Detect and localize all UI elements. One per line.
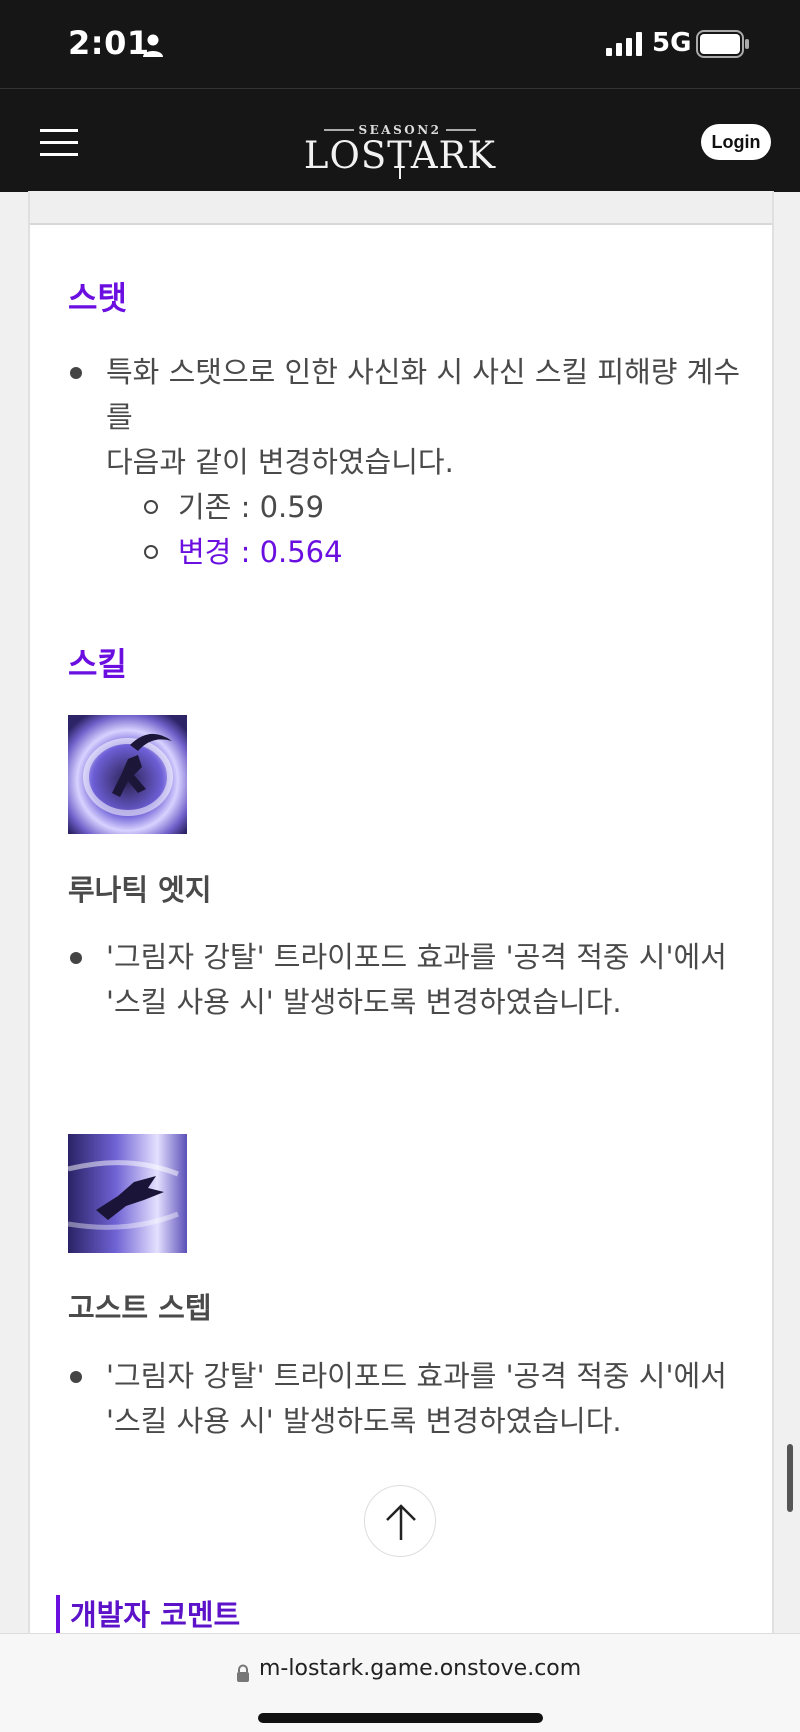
hamburger-menu-icon[interactable]: [40, 129, 78, 157]
list-item: '그림자 강탈' 트라이포드 효과를 '공격 적중 시'에서 '스킬 사용 시'…: [30, 935, 746, 1025]
list-item: '그림자 강탈' 트라이포드 효과를 '공격 적중 시'에서 '스킬 사용 시'…: [30, 1354, 746, 1444]
stats-line-2: 다음과 같이 변경하였습니다.: [106, 445, 454, 479]
stats-line-1: 특화 스탯으로 인한 사신화 시 사신 스킬 피해량 계수를: [106, 355, 741, 434]
list-item: 특화 스탯으로 인한 사신화 시 사신 스킬 피해량 계수를 다음과 같이 변경…: [30, 350, 746, 485]
bullet-dot: [70, 367, 82, 379]
stat-changed-value: 변경 : 0.564: [30, 530, 746, 575]
developer-comment-heading: 개발자 코멘트: [56, 1595, 240, 1633]
ghost-step-skill-icon: [68, 1134, 187, 1253]
lostark-logo[interactable]: SEASON2 LOSTARK: [300, 101, 500, 181]
patch-note-content: 스탯 특화 스탯으로 인한 사신화 시 사신 스킬 피해량 계수를 다음과 같이…: [28, 191, 774, 1633]
login-button[interactable]: Login: [701, 124, 771, 160]
browser-address-bar: m-lostark.game.onstove.com: [0, 1633, 800, 1732]
stats-section-title: 스탯: [68, 279, 127, 317]
lunatic-edge-skill-name: 루나틱 엣지: [68, 873, 212, 907]
bullet-dot: [70, 952, 82, 964]
lunatic-edge-bullet-list: '그림자 강탈' 트라이포드 효과를 '공격 적중 시'에서 '스킬 사용 시'…: [30, 935, 746, 1025]
lunatic-edge-skill-icon: [68, 715, 187, 834]
skills-section-title: 스킬: [68, 645, 127, 683]
person-icon: [143, 34, 163, 57]
ghost-step-skill-name: 고스트 스텝: [68, 1291, 212, 1325]
url-text[interactable]: m-lostark.game.onstove.com: [259, 1656, 581, 1681]
scroll-to-top-button[interactable]: [364, 1485, 436, 1557]
stat-previous-value: 기존 : 0.59: [30, 485, 746, 530]
battery-icon: [696, 30, 749, 58]
arrow-up-icon: [386, 1504, 416, 1540]
content-top-strip: [30, 191, 772, 225]
sub-bullet-circle: [144, 545, 158, 559]
network-label: 5G: [652, 28, 692, 58]
site-header: SEASON2 LOSTARK Login: [0, 88, 800, 192]
ghost-step-bullet-list: '그림자 강탈' 트라이포드 효과를 '공격 적중 시'에서 '스킬 사용 시'…: [30, 1354, 746, 1444]
sub-bullet-circle: [144, 500, 158, 514]
bullet-dot: [70, 1371, 82, 1383]
page-scrollbar-thumb[interactable]: [787, 1444, 793, 1512]
signal-icon: [606, 32, 642, 56]
lock-icon: [237, 1664, 249, 1682]
home-indicator[interactable]: [258, 1713, 543, 1723]
stats-bullet-list: 특화 스탯으로 인한 사신화 시 사신 스킬 피해량 계수를 다음과 같이 변경…: [30, 350, 746, 575]
status-bar: 2:01 5G: [0, 0, 800, 88]
status-time: 2:01: [68, 24, 150, 62]
